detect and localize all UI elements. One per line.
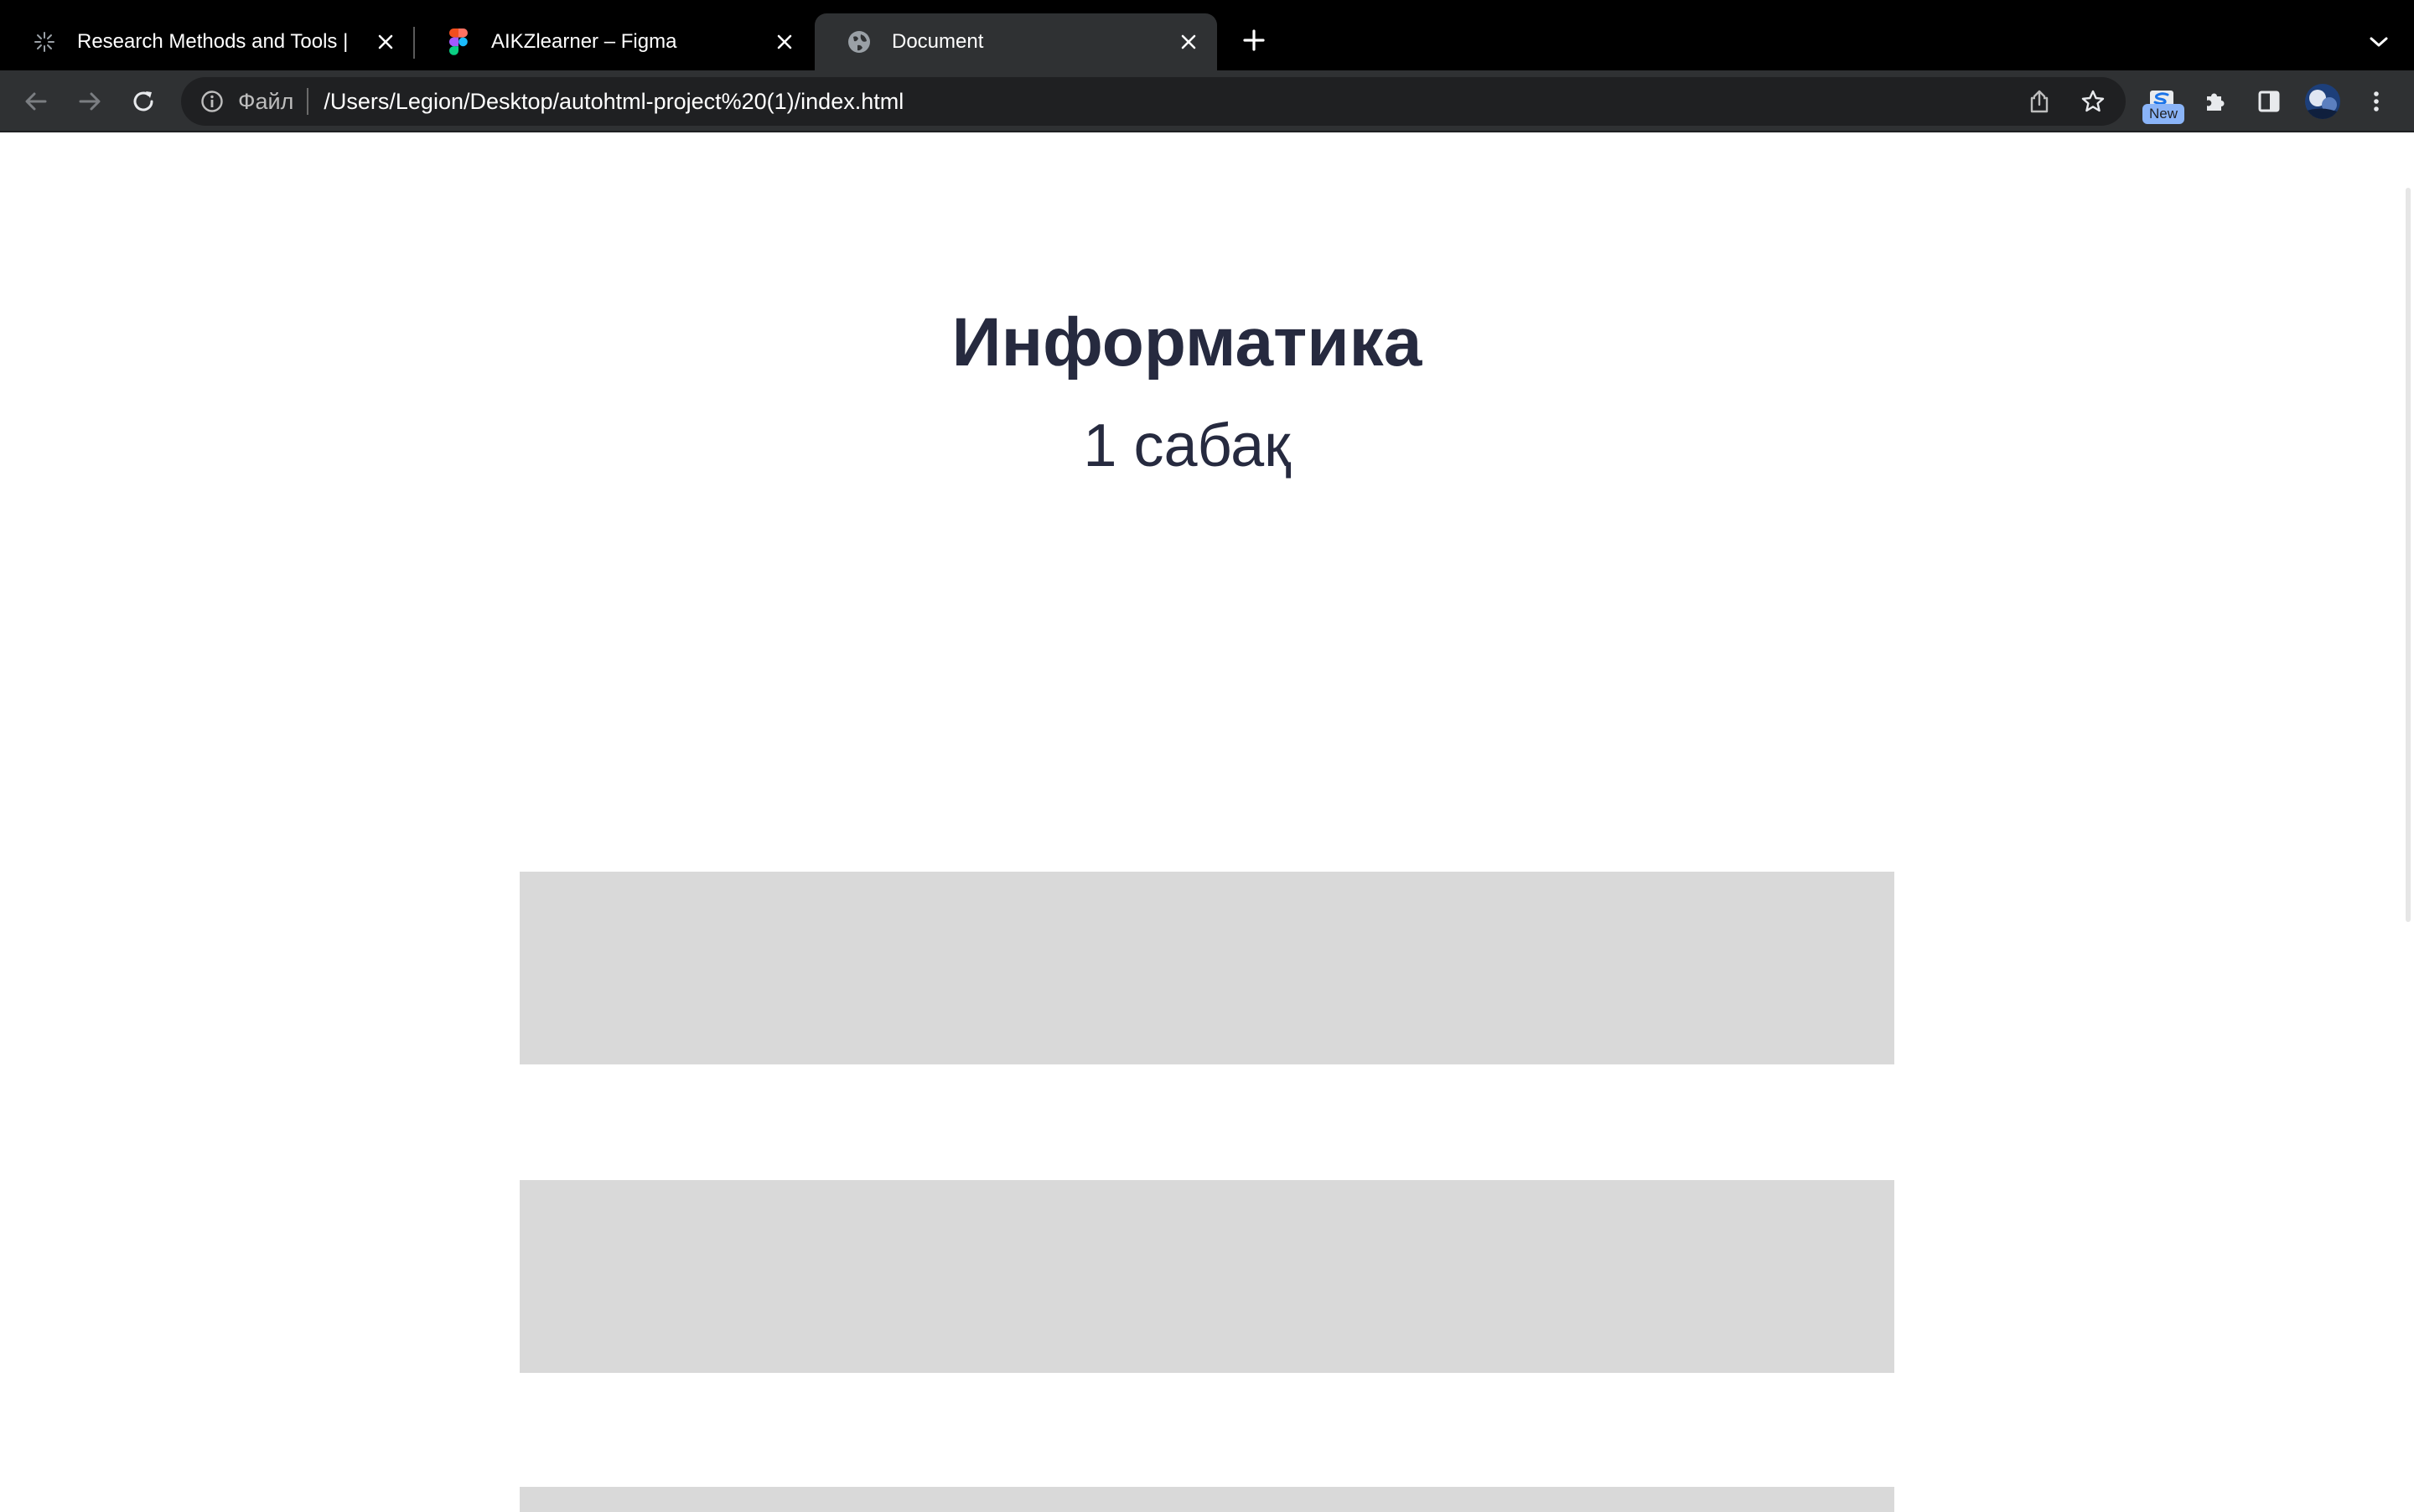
puzzle-icon[interactable] bbox=[2194, 80, 2236, 122]
bookmark-star-icon[interactable] bbox=[2072, 80, 2114, 122]
new-badge: New bbox=[2142, 104, 2184, 124]
kebab-menu-icon[interactable] bbox=[2355, 80, 2397, 122]
placeholder-block bbox=[520, 1180, 1894, 1373]
close-icon[interactable] bbox=[370, 27, 401, 57]
close-icon[interactable] bbox=[769, 27, 800, 57]
new-tab-button[interactable] bbox=[1237, 23, 1271, 57]
browser-toolbar: Файл /Users/Legion/Desktop/autohtml-proj… bbox=[0, 70, 2414, 132]
url-text[interactable]: /Users/Legion/Desktop/autohtml-project%2… bbox=[324, 89, 904, 115]
back-arrow-icon[interactable] bbox=[15, 80, 57, 122]
share-icon[interactable] bbox=[2018, 80, 2060, 122]
url-scheme-label: Файл bbox=[238, 88, 294, 114]
tab-document[interactable]: Document bbox=[815, 13, 1217, 70]
side-panel-icon[interactable] bbox=[2248, 80, 2290, 122]
tab-title: AIKZlearner – Figma bbox=[491, 30, 677, 53]
spark-icon bbox=[32, 29, 57, 54]
globe-icon bbox=[847, 29, 872, 54]
tab-research-methods[interactable]: Research Methods and Tools | bbox=[0, 13, 414, 70]
tab-figma[interactable]: AIKZlearner – Figma bbox=[414, 13, 813, 70]
tab-strip: Research Methods and Tools | AIKZlearner… bbox=[0, 0, 2414, 70]
url-divider bbox=[307, 88, 309, 115]
tab-title: Document bbox=[892, 30, 984, 53]
page-title: Информатика bbox=[951, 304, 1422, 381]
figma-icon bbox=[446, 28, 471, 55]
chevron-down-icon[interactable] bbox=[2362, 25, 2396, 59]
avatar[interactable] bbox=[2302, 80, 2344, 122]
page-viewport: Информатика 1 сабақ bbox=[0, 132, 2414, 1512]
reload-icon[interactable] bbox=[122, 80, 164, 122]
tab-title: Research Methods and Tools | bbox=[77, 30, 349, 53]
page-subtitle: 1 сабақ bbox=[1083, 412, 1291, 479]
placeholder-block bbox=[520, 872, 1894, 1064]
scrollbar[interactable] bbox=[2391, 132, 2414, 1509]
info-icon[interactable] bbox=[199, 89, 225, 114]
address-bar[interactable]: Файл /Users/Legion/Desktop/autohtml-proj… bbox=[181, 77, 2126, 126]
scrollbar-thumb[interactable] bbox=[2406, 188, 2411, 922]
close-icon[interactable] bbox=[1173, 27, 1204, 57]
forward-arrow-icon[interactable] bbox=[69, 80, 111, 122]
address-bar-actions bbox=[2018, 77, 2126, 126]
